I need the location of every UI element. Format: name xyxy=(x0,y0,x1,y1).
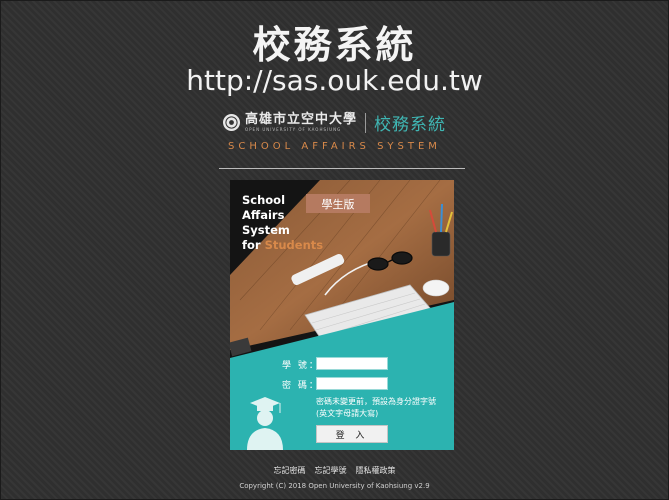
university-name-zh: 高雄市立空中大學 xyxy=(244,112,357,127)
login-button[interactable]: 登 入 xyxy=(316,425,388,443)
university-name: 高雄市立空中大學 OPEN UNIVERSITY OF KAOHSIUNG xyxy=(244,112,357,133)
card-title-for: for xyxy=(242,238,261,252)
password-label: 密 碼： xyxy=(282,381,320,391)
mouse-icon xyxy=(422,279,450,297)
student-edition-badge: 學生版 xyxy=(306,194,370,213)
card-title-students: Students xyxy=(264,238,324,252)
system-name-en: SCHOOL AFFAIRS SYSTEM xyxy=(228,141,441,152)
privacy-policy-link[interactable]: 隱私權政策 xyxy=(356,465,396,476)
divider-line xyxy=(219,168,465,169)
card-title-line-3: System xyxy=(242,223,290,237)
site-url: http://sas.ouk.edu.tw xyxy=(186,64,483,97)
forgot-student-id-link[interactable]: 忘記學號 xyxy=(315,465,347,476)
system-name-zh: 校務系統 xyxy=(374,115,446,135)
seal-icon xyxy=(222,114,240,131)
footer-links: 忘記密碼 忘記學號 隱私權政策 xyxy=(0,465,669,476)
forgot-password-link[interactable]: 忘記密碼 xyxy=(274,465,306,476)
login-card: School Affairs System for Students 學生版 學… xyxy=(230,180,454,450)
password-input[interactable] xyxy=(316,377,388,390)
password-hint: 密碼未變更前，預設為身分證字號(英文字母請大寫) xyxy=(316,397,436,418)
student-id-input[interactable] xyxy=(316,357,388,370)
copyright-text: Copyright (C) 2018 Open University of Ka… xyxy=(239,482,430,490)
university-name-en: OPEN UNIVERSITY OF KAOHSIUNG xyxy=(244,127,342,132)
logo-divider xyxy=(365,112,366,133)
page-title: 校務系統 xyxy=(252,23,417,67)
university-logo: 高雄市立空中大學 OPEN UNIVERSITY OF KAOHSIUNG 校務… xyxy=(0,110,669,135)
student-id-label: 學 號： xyxy=(282,361,320,371)
